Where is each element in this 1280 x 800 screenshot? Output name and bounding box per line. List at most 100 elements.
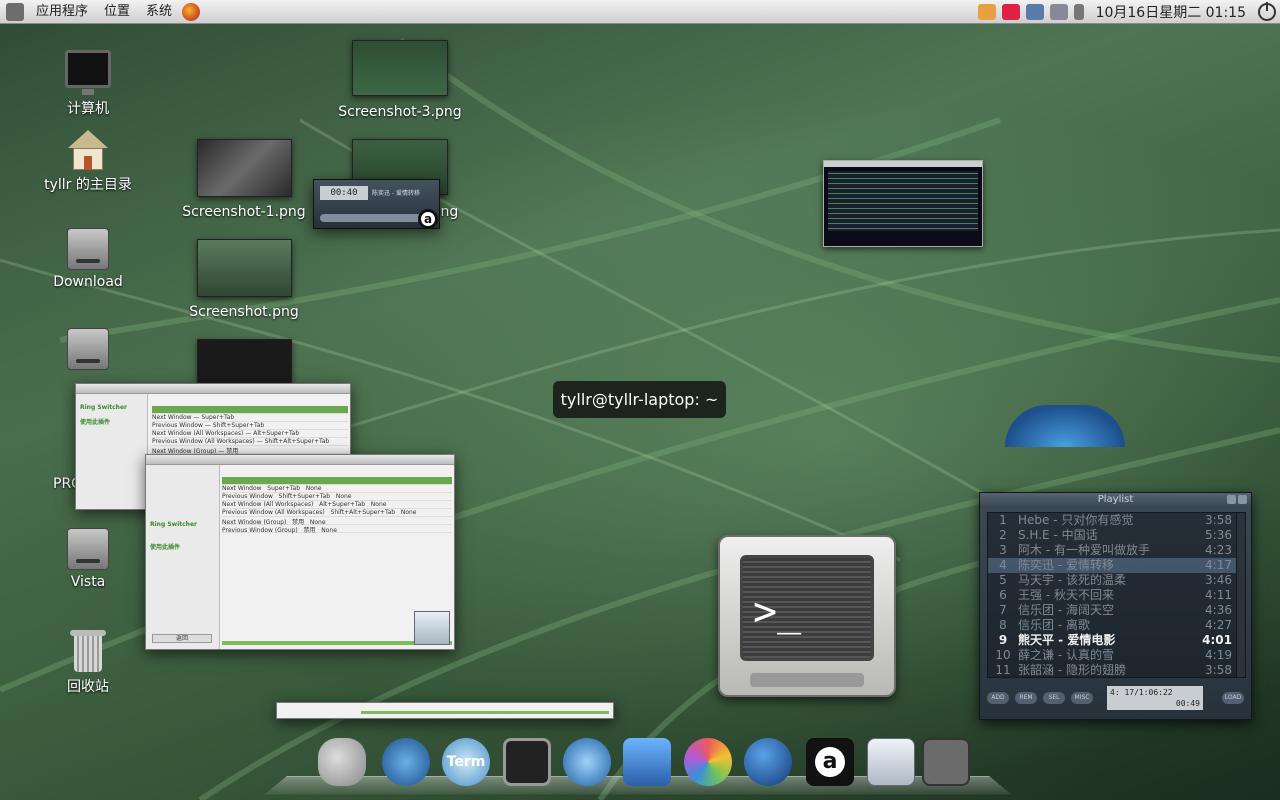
file-thumbnail[interactable] (197, 139, 292, 197)
add-button[interactable]: ADD (987, 692, 1009, 704)
settings-window[interactable]: Ring Switcher 使用此插件 返回 Next Window Super… (145, 454, 455, 650)
sidebar-plugin-name: Ring Switcher (150, 521, 197, 528)
terminal-base (750, 673, 864, 687)
file-name: Screenshot.png (189, 304, 299, 320)
playlist-elapsed-time: 00:49 (1175, 699, 1200, 708)
playlist-window[interactable]: Playlist 1 Hebe - 只对你有感觉 3:58 2 S.H.E - 中国话… (979, 492, 1252, 720)
network-manager-icon[interactable] (623, 738, 671, 786)
menu-system[interactable]: 系统 (138, 0, 180, 24)
track-row[interactable]: 10 薛之谦 - 认真的雪 4:19 (988, 648, 1236, 663)
track-row[interactable]: 6 王强 - 秋天不回来 4:11 (988, 588, 1236, 603)
table-row[interactable]: Previous Window — Shift+Super+Tab (152, 422, 348, 430)
table-row[interactable]: Previous Window (Group) 禁用 None (222, 525, 452, 534)
table-row[interactable]: Next Window Super+Tab None (222, 485, 452, 493)
volume-icon[interactable] (1073, 3, 1084, 20)
sidebar-enable-label: 使用此插件 (80, 419, 111, 426)
track-row[interactable]: 11 张韶涵 - 隐形的翅膀 3:58 (988, 663, 1236, 678)
window-statusbar (361, 711, 609, 714)
sidebar-plugin-name: Ring Switcher (80, 404, 127, 411)
computer-icon (65, 50, 111, 95)
file-thumbnail[interactable] (197, 339, 292, 383)
amarok-letter: a (423, 212, 433, 226)
drive-icon (67, 528, 109, 570)
desktop-icon-home[interactable]: tyllr 的主目录 (30, 130, 146, 194)
top-panel: 应用程序 位置 系统 10月16日星期二 01:15 (0, 0, 1280, 24)
browser-icon[interactable] (382, 738, 430, 786)
table-row[interactable]: Next Window (Group) — 禁用 (152, 446, 348, 455)
track-row[interactable]: 5 马天宇 - 该死的温柔 3:46 (988, 573, 1236, 588)
network-icon[interactable] (1025, 3, 1044, 20)
clock[interactable]: 10月16日星期二 01:15 (1090, 2, 1252, 22)
key-icon[interactable] (977, 3, 996, 20)
mini-player-time: 00:40 (320, 186, 368, 200)
terminal-icon[interactable]: >_ (718, 535, 896, 697)
desktop-icon-label: 回收站 (67, 679, 109, 695)
terminal-screen: >_ (740, 555, 874, 661)
settings-dock-icon[interactable] (867, 738, 915, 786)
file-label[interactable]: Screenshot.png (174, 300, 314, 320)
playlist-titlebar[interactable]: Playlist (980, 493, 1251, 507)
playlist-scrollbar[interactable] (1236, 512, 1246, 678)
shortcut-table: Next Window Super+Tab None Previous Wind… (222, 477, 452, 534)
back-button[interactable]: 返回 (152, 634, 212, 643)
table-row[interactable]: Next Window (Group) 禁用 None (222, 517, 452, 526)
window-titlebar[interactable] (146, 455, 454, 465)
apple-icon[interactable] (318, 738, 366, 786)
ring-icon[interactable] (563, 738, 611, 786)
amarok-icon[interactable]: a (418, 209, 438, 229)
track-row[interactable]: 3 阿木 - 有一种爱叫做放手 4:23 (988, 543, 1236, 558)
desktop-icon-trash[interactable]: 回收站 (50, 628, 126, 696)
file-label[interactable]: Screenshot-3.png (330, 100, 470, 120)
amarok-dock-icon[interactable]: a (806, 738, 854, 786)
window-title-tooltip: tyllr@tyllr-laptop: ~ (553, 381, 726, 418)
desktop-icon-computer[interactable]: 计算机 (52, 50, 124, 118)
menu-applications[interactable]: 应用程序 (28, 0, 96, 24)
display-icon[interactable] (1049, 3, 1068, 20)
table-row[interactable]: Previous Window (All Workspaces) Shift+A… (222, 509, 452, 517)
minimized-window-preview[interactable] (276, 702, 614, 719)
power-icon[interactable] (1258, 1, 1276, 21)
track-row[interactable]: 7 信乐团 - 海阔天空 4:36 (988, 603, 1236, 618)
firefox-icon[interactable] (182, 2, 201, 21)
table-header-row (152, 406, 348, 414)
misc-button[interactable]: MISC (1071, 692, 1093, 704)
track-row[interactable]: 2 S.H.E - 中国话 5:36 (988, 528, 1236, 543)
chat-icon[interactable] (1001, 3, 1020, 20)
table-row[interactable]: Previous Window Shift+Super+Tab None (222, 493, 452, 501)
track-row-selected[interactable]: 4 陈奕迅 - 爱情转移 4:17 (988, 558, 1236, 573)
table-row[interactable]: Previous Window (All Workspaces) — Shift… (152, 438, 348, 446)
table-row[interactable]: Next Window (All Workspaces) Alt+Super+T… (222, 501, 452, 509)
playlist-time-display: 4: 17/1:06:22 00:49 (1107, 686, 1203, 710)
desktop-icon-label: Vista (70, 574, 106, 590)
track-row[interactable]: 8 信乐团 - 离歌 4:27 (988, 618, 1236, 633)
table-row[interactable]: Next Window (All Workspaces) — Alt+Super… (152, 430, 348, 438)
mini-player-controls[interactable] (320, 214, 421, 222)
window-titlebar[interactable] (76, 384, 350, 394)
file-name: Screenshot-3.png (338, 104, 462, 120)
track-row-playing[interactable]: 9 熊天平 - 爱情电影 4:01 (988, 633, 1236, 648)
term-icon[interactable]: Term (442, 738, 490, 786)
window-sidebar: Ring Switcher 使用此插件 (76, 394, 148, 509)
file-name: Screenshot-1.png (182, 204, 306, 220)
track-row[interactable]: 1 Hebe - 只对你有感觉 3:58 (988, 513, 1236, 528)
remove-button[interactable]: REM (1015, 692, 1037, 704)
file-label[interactable]: Screenshot-1.png (174, 200, 314, 220)
menu-places[interactable]: 位置 (96, 0, 138, 24)
terminal-dock-icon[interactable] (503, 738, 551, 786)
colorful-app-icon[interactable] (684, 738, 732, 786)
globe-dock-icon[interactable] (744, 738, 792, 786)
shade-button[interactable] (1227, 495, 1236, 504)
ubuntu-foot-icon[interactable] (6, 2, 24, 21)
file-thumbnail[interactable] (352, 40, 448, 96)
file-thumbnail[interactable] (197, 239, 292, 297)
table-header-row (222, 477, 452, 485)
system-tray: 10月16日星期二 01:15 (977, 1, 1280, 22)
table-row[interactable]: Next Window — Super+Tab (152, 414, 348, 422)
terminal-window-preview[interactable] (823, 160, 983, 247)
select-button[interactable]: SEL (1043, 692, 1065, 704)
desktop-icon-vista[interactable]: Vista (50, 528, 126, 590)
workspace-switcher-icon[interactable] (922, 738, 970, 786)
desktop-icon-download[interactable]: Download (50, 228, 126, 290)
load-button[interactable]: LOAD (1222, 692, 1244, 704)
close-button[interactable] (1238, 495, 1247, 504)
